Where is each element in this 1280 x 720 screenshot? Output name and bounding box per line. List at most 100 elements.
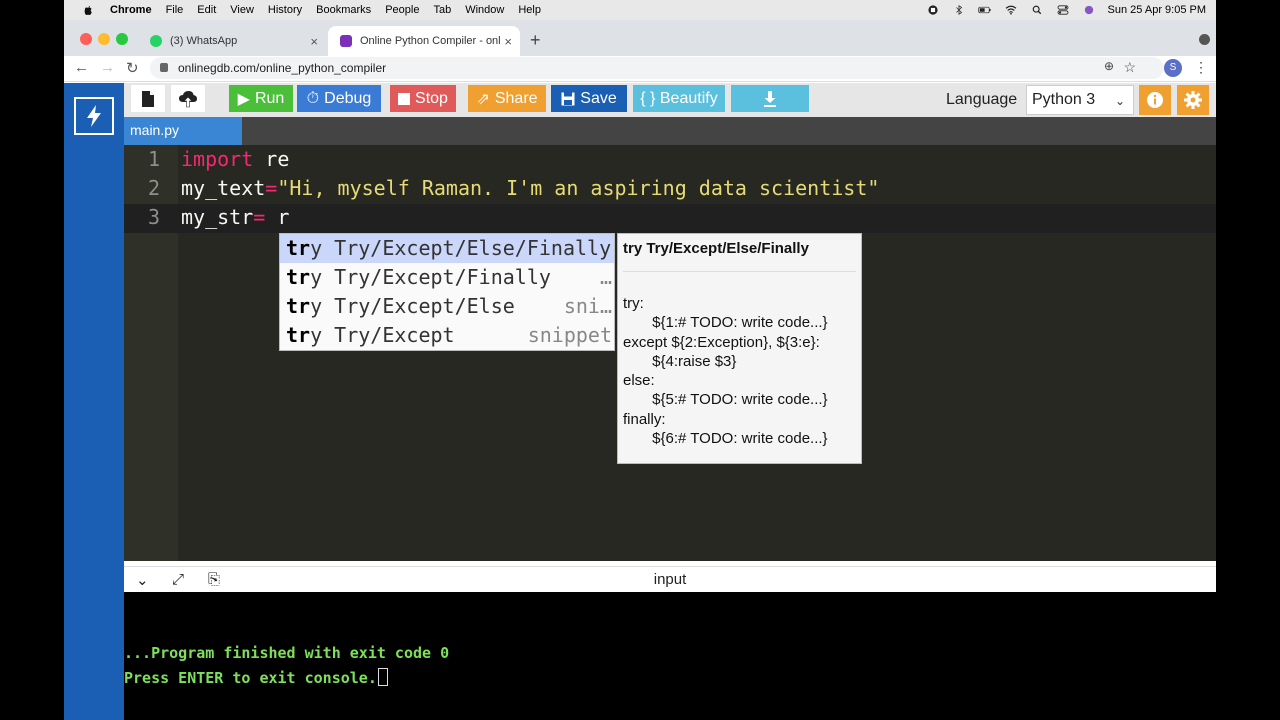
tab-online-python-compiler[interactable]: Online Python Compiler - onlin × xyxy=(328,26,520,56)
debug-icon: ⏱ xyxy=(306,89,320,107)
floppy-disk-icon xyxy=(561,92,575,105)
browser-tab-strip: (3) WhatsApp × Online Python Compiler - … xyxy=(64,20,1216,56)
match-text: tr xyxy=(286,323,311,347)
menu-help[interactable]: Help xyxy=(518,4,541,16)
line-number: 3 xyxy=(147,205,160,229)
new-tab-icon[interactable]: + xyxy=(530,30,541,51)
back-icon[interactable]: ← xyxy=(74,59,89,76)
identifier-token: re xyxy=(253,147,290,171)
control-center-icon[interactable] xyxy=(1056,5,1070,15)
share-label: Share xyxy=(494,89,538,107)
autocomplete-item[interactable]: try Try/Except/Finally… xyxy=(280,263,614,292)
spotlight-search-icon[interactable] xyxy=(1030,5,1044,15)
code-line[interactable]: my_str= r xyxy=(181,205,289,229)
download-button[interactable] xyxy=(731,85,809,112)
close-tab-icon[interactable]: × xyxy=(310,34,318,49)
close-tab-icon[interactable]: × xyxy=(504,34,512,49)
suggestion-text: y Try/Except/Finally xyxy=(310,265,551,289)
code-line[interactable]: my_text="Hi, myself Raman. I'm an aspiri… xyxy=(181,176,879,200)
match-text: tr xyxy=(286,236,311,260)
debug-label: Debug xyxy=(324,89,372,107)
screen: Chrome File Edit View History Bookmarks … xyxy=(64,0,1216,720)
url-text[interactable]: onlinegdb.com/online_python_compiler xyxy=(178,61,386,75)
window-zoom-button[interactable] xyxy=(116,33,128,45)
save-label: Save xyxy=(580,89,617,107)
share-button[interactable]: ⇗ Share xyxy=(468,85,546,112)
console-prompt: Press ENTER to exit console. xyxy=(124,669,377,687)
suggestion-text: y Try/Except/Else/Finally xyxy=(310,236,612,260)
beautify-label: { } Beautify xyxy=(640,89,718,107)
menubar-datetime[interactable]: Sun 25 Apr 9:05 PM xyxy=(1108,4,1206,16)
lock-icon[interactable] xyxy=(160,63,168,72)
browser-toolbar: ← → ↻ onlinegdb.com/online_python_compil… xyxy=(64,56,1216,82)
line-number: 1 xyxy=(147,147,160,171)
match-text: tr xyxy=(286,294,311,318)
forward-icon[interactable]: → xyxy=(100,59,115,76)
chrome-menu-icon[interactable]: ⋮ xyxy=(1194,59,1208,76)
menu-file[interactable]: File xyxy=(166,4,184,16)
autocomplete-item[interactable]: try Try/Except/Else/Finally xyxy=(280,234,614,263)
bluetooth-off-icon[interactable] xyxy=(952,5,966,15)
language-value: Python 3 xyxy=(1032,91,1096,108)
autocomplete-item[interactable]: try Try/Except snippet xyxy=(280,321,614,350)
operator-token: = xyxy=(265,176,278,200)
run-button[interactable]: ▶ Run xyxy=(229,85,293,112)
identifier-token: r xyxy=(265,205,290,229)
console-header: ⌄ ⤢ ⎘ input xyxy=(124,566,1216,592)
siri-icon[interactable] xyxy=(1082,5,1096,15)
console-line: Press ENTER to exit console. xyxy=(124,668,388,687)
autocomplete-item[interactable]: try Try/Except/Else sni… xyxy=(280,292,614,321)
bookmark-star-icon[interactable]: ☆ xyxy=(1123,59,1136,76)
menu-window[interactable]: Window xyxy=(465,4,504,16)
suggestion-text: y Try/Except xyxy=(310,323,455,347)
doc-title: try Try/Except/Else/Finally xyxy=(623,240,809,257)
record-icon[interactable] xyxy=(926,5,940,15)
info-icon xyxy=(1147,92,1163,108)
code-line[interactable]: import re xyxy=(181,147,289,171)
zoom-icon[interactable]: ⊕ xyxy=(1104,59,1114,73)
profile-avatar[interactable]: S xyxy=(1164,59,1182,77)
beautify-button[interactable]: { } Beautify xyxy=(633,85,725,112)
menu-edit[interactable]: Edit xyxy=(197,4,216,16)
menu-tab[interactable]: Tab xyxy=(433,4,451,16)
menu-people[interactable]: People xyxy=(385,4,419,16)
onlinegdb-logo-icon[interactable] xyxy=(74,97,114,135)
doc-body: try: ${1:# TODO: write code...} except $… xyxy=(623,295,828,448)
save-button[interactable]: Save xyxy=(551,85,627,112)
menu-history[interactable]: History xyxy=(268,4,302,16)
identifier-token: my_str xyxy=(181,205,254,229)
menu-app[interactable]: Chrome xyxy=(110,4,152,16)
onlinegdb-icon xyxy=(340,35,352,47)
menu-bookmarks[interactable]: Bookmarks xyxy=(316,4,371,16)
debug-button[interactable]: ⏱ Debug xyxy=(297,85,381,112)
wifi-icon[interactable] xyxy=(1004,5,1018,15)
language-label: Language xyxy=(946,91,1018,108)
window-minimize-button[interactable] xyxy=(98,33,110,45)
battery-icon[interactable] xyxy=(977,5,992,15)
ide-toolbar: ▶ Run ⏱ Debug Stop ⇗ Share Save { } Beautif… xyxy=(124,83,1216,117)
tab-whatsapp[interactable]: (3) WhatsApp × xyxy=(138,26,326,56)
address-bar[interactable]: onlinegdb.com/online_python_compiler ⊕ ☆ xyxy=(150,57,1164,79)
apple-icon[interactable] xyxy=(82,4,94,16)
upload-cloud-icon xyxy=(179,90,197,107)
file-tabs: main.py xyxy=(124,117,1216,145)
file-tab-main-py[interactable]: main.py xyxy=(124,117,242,145)
tab-title: Online Python Compiler - onlin xyxy=(360,35,500,47)
run-label: Run xyxy=(254,89,285,107)
tab-search-icon[interactable] xyxy=(1199,34,1210,45)
suggestion-meta: sni… xyxy=(563,294,612,318)
window-close-button[interactable] xyxy=(80,33,92,45)
console-line: ...Program finished with exit code 0 xyxy=(124,644,450,662)
info-button[interactable] xyxy=(1139,85,1171,115)
console-output[interactable]: ...Program finished with exit code 0 Pre… xyxy=(124,592,1216,720)
reload-icon[interactable]: ↻ xyxy=(126,59,139,77)
stop-button[interactable]: Stop xyxy=(390,85,456,112)
menu-view[interactable]: View xyxy=(230,4,254,16)
language-select[interactable]: Python 3 ⌄ xyxy=(1026,85,1134,115)
gear-icon xyxy=(1184,91,1202,109)
match-text: tr xyxy=(286,265,311,289)
settings-button[interactable] xyxy=(1177,85,1209,115)
new-file-button[interactable] xyxy=(131,85,165,112)
upload-button[interactable] xyxy=(171,85,205,112)
file-icon xyxy=(142,90,154,107)
